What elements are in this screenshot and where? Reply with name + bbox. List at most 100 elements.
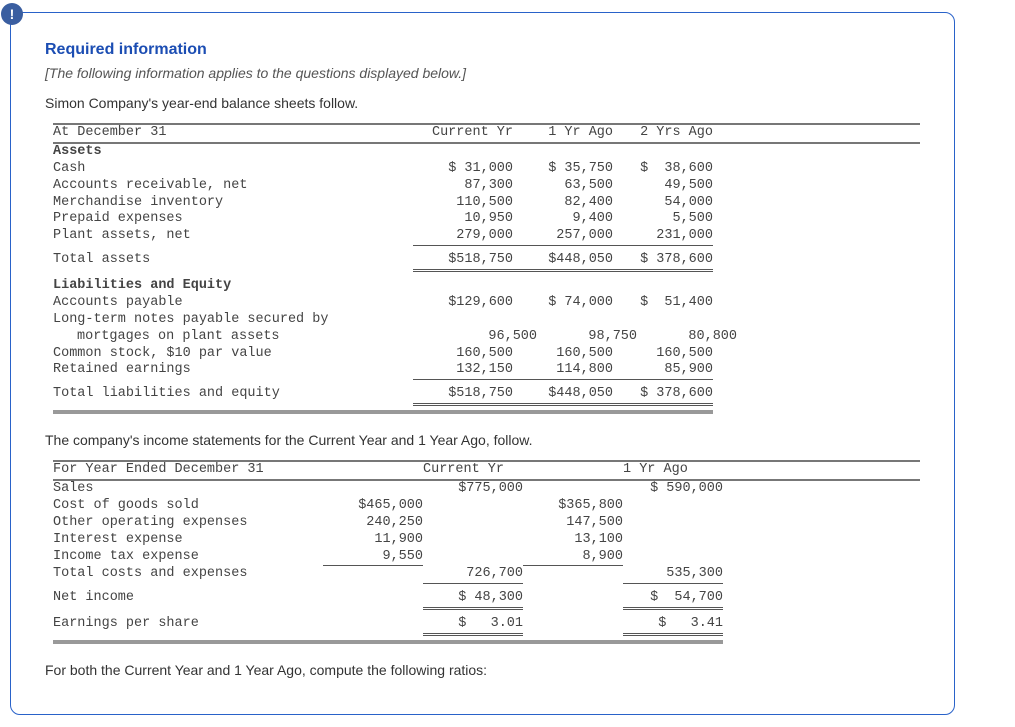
cell [623, 498, 723, 515]
cell [323, 566, 423, 584]
cell: $129,600 [413, 295, 513, 312]
table-row: Plant assets, net 279,000 257,000 231,00… [53, 228, 920, 246]
cell: mortgages on plant assets [53, 329, 437, 346]
cell: Merchandise inventory [53, 195, 413, 212]
cell: 63,500 [513, 178, 613, 195]
cell: 85,900 [613, 362, 713, 380]
cell: 8,900 [523, 549, 623, 567]
cell [323, 590, 423, 610]
table-row: Prepaid expenses 10,950 9,400 5,500 [53, 211, 920, 228]
cell: Cash [53, 161, 413, 178]
table-row: Merchandise inventory 110,500 82,400 54,… [53, 195, 920, 212]
cell: Total liabilities and equity [53, 386, 413, 406]
cell: $518,750 [413, 252, 513, 272]
cell: 54,000 [613, 195, 713, 212]
cell: 535,300 [623, 566, 723, 584]
cell: $ 378,600 [613, 252, 713, 272]
cell: 110,500 [413, 195, 513, 212]
is-header-row: For Year Ended December 31 Current Yr 1 … [53, 460, 920, 481]
cell [523, 566, 623, 584]
cell: 13,100 [523, 532, 623, 549]
cell: 49,500 [613, 178, 713, 195]
context-subtitle: [The following information applies to th… [45, 65, 920, 81]
is-net-income-row: Net income $ 48,300 $ 54,700 [53, 590, 920, 610]
cell: $ 51,400 [613, 295, 713, 312]
cell: $ 31,000 [413, 161, 513, 178]
cell: Cost of goods sold [53, 498, 323, 515]
is-hdr-label: For Year Ended December 31 [53, 462, 323, 479]
cell [323, 462, 423, 479]
bs-hdr-c3: 2 Yrs Ago [613, 125, 713, 142]
cell: $ 35,750 [513, 161, 613, 178]
cell: 257,000 [513, 228, 613, 246]
cell: Prepaid expenses [53, 211, 413, 228]
cell: $775,000 [423, 481, 523, 498]
cell: $ 74,000 [513, 295, 613, 312]
cell: 160,500 [513, 346, 613, 363]
bs-hdr-c1: Current Yr [413, 125, 513, 142]
is-hdr-prev: 1 Yr Ago [623, 462, 723, 479]
bs-assets-label: Assets [53, 144, 920, 161]
cell: 132,150 [413, 362, 513, 380]
cell [523, 462, 623, 479]
table-row: Total costs and expenses 726,700 535,300 [53, 566, 920, 584]
table-row: Retained earnings 132,150 114,800 85,900 [53, 362, 920, 380]
cell [523, 481, 623, 498]
cell: 160,500 [613, 346, 713, 363]
table-row: Cost of goods sold $465,000 $365,800 [53, 498, 920, 515]
bs-total-assets-row: Total assets $518,750 $448,050 $ 378,600 [53, 252, 920, 272]
cell: Other operating expenses [53, 515, 323, 532]
cell: $ 54,700 [623, 590, 723, 610]
info-badge-icon: ! [1, 3, 23, 25]
cell: 9,550 [323, 549, 423, 567]
cell: Common stock, $10 par value [53, 346, 413, 363]
table-row: Interest expense 11,900 13,100 [53, 532, 920, 549]
cell: 82,400 [513, 195, 613, 212]
cell: 5,500 [613, 211, 713, 228]
cell: $ 48,300 [423, 590, 523, 610]
table-footer-divider [53, 640, 723, 644]
cell: 87,300 [413, 178, 513, 195]
cell: 240,250 [323, 515, 423, 532]
cell: Total costs and expenses [53, 566, 323, 584]
cell: Accounts receivable, net [53, 178, 413, 195]
balance-sheet-table: At December 31 Current Yr 1 Yr Ago 2 Yrs… [53, 123, 920, 406]
cell: Accounts payable [53, 295, 413, 312]
cell [623, 549, 723, 567]
cell: $448,050 [513, 252, 613, 272]
required-heading: Required information [45, 41, 920, 59]
cell [423, 549, 523, 567]
cell: Plant assets, net [53, 228, 413, 246]
table-row: mortgages on plant assets 96,500 98,750 … [53, 329, 920, 346]
cell: 114,800 [513, 362, 613, 380]
cell: $448,050 [513, 386, 613, 406]
cell: $ 378,600 [613, 386, 713, 406]
table-row: Accounts receivable, net 87,300 63,500 4… [53, 178, 920, 195]
cell: 80,800 [637, 329, 737, 346]
table-row: Common stock, $10 par value 160,500 160,… [53, 346, 920, 363]
cell: 96,500 [437, 329, 537, 346]
cell: Retained earnings [53, 362, 413, 380]
cell: Total assets [53, 252, 413, 272]
cell: $465,000 [323, 498, 423, 515]
table-row: Income tax expense 9,550 8,900 [53, 549, 920, 567]
is-eps-row: Earnings per share $ 3.01 $ 3.41 [53, 616, 920, 636]
table-row: Other operating expenses 240,250 147,500 [53, 515, 920, 532]
cell: Earnings per share [53, 616, 323, 636]
cell: Long-term notes payable secured by [53, 312, 413, 329]
closing-text: For both the Current Year and 1 Year Ago… [45, 662, 920, 678]
table-row: Accounts payable $129,600 $ 74,000 $ 51,… [53, 295, 920, 312]
cell: $365,800 [523, 498, 623, 515]
cell: $518,750 [413, 386, 513, 406]
bs-liab-text: Liabilities and Equity [53, 278, 413, 295]
cell [323, 616, 423, 636]
table-footer-divider [53, 410, 713, 414]
cell: Sales [53, 481, 323, 498]
bs-hdr-label: At December 31 [53, 125, 413, 142]
income-intro: The company's income statements for the … [45, 432, 920, 448]
table-row: Cash $ 31,000 $ 35,750 $ 38,600 [53, 161, 920, 178]
cell: 231,000 [613, 228, 713, 246]
cell: Net income [53, 590, 323, 610]
cell [523, 616, 623, 636]
cell: $ 3.41 [623, 616, 723, 636]
